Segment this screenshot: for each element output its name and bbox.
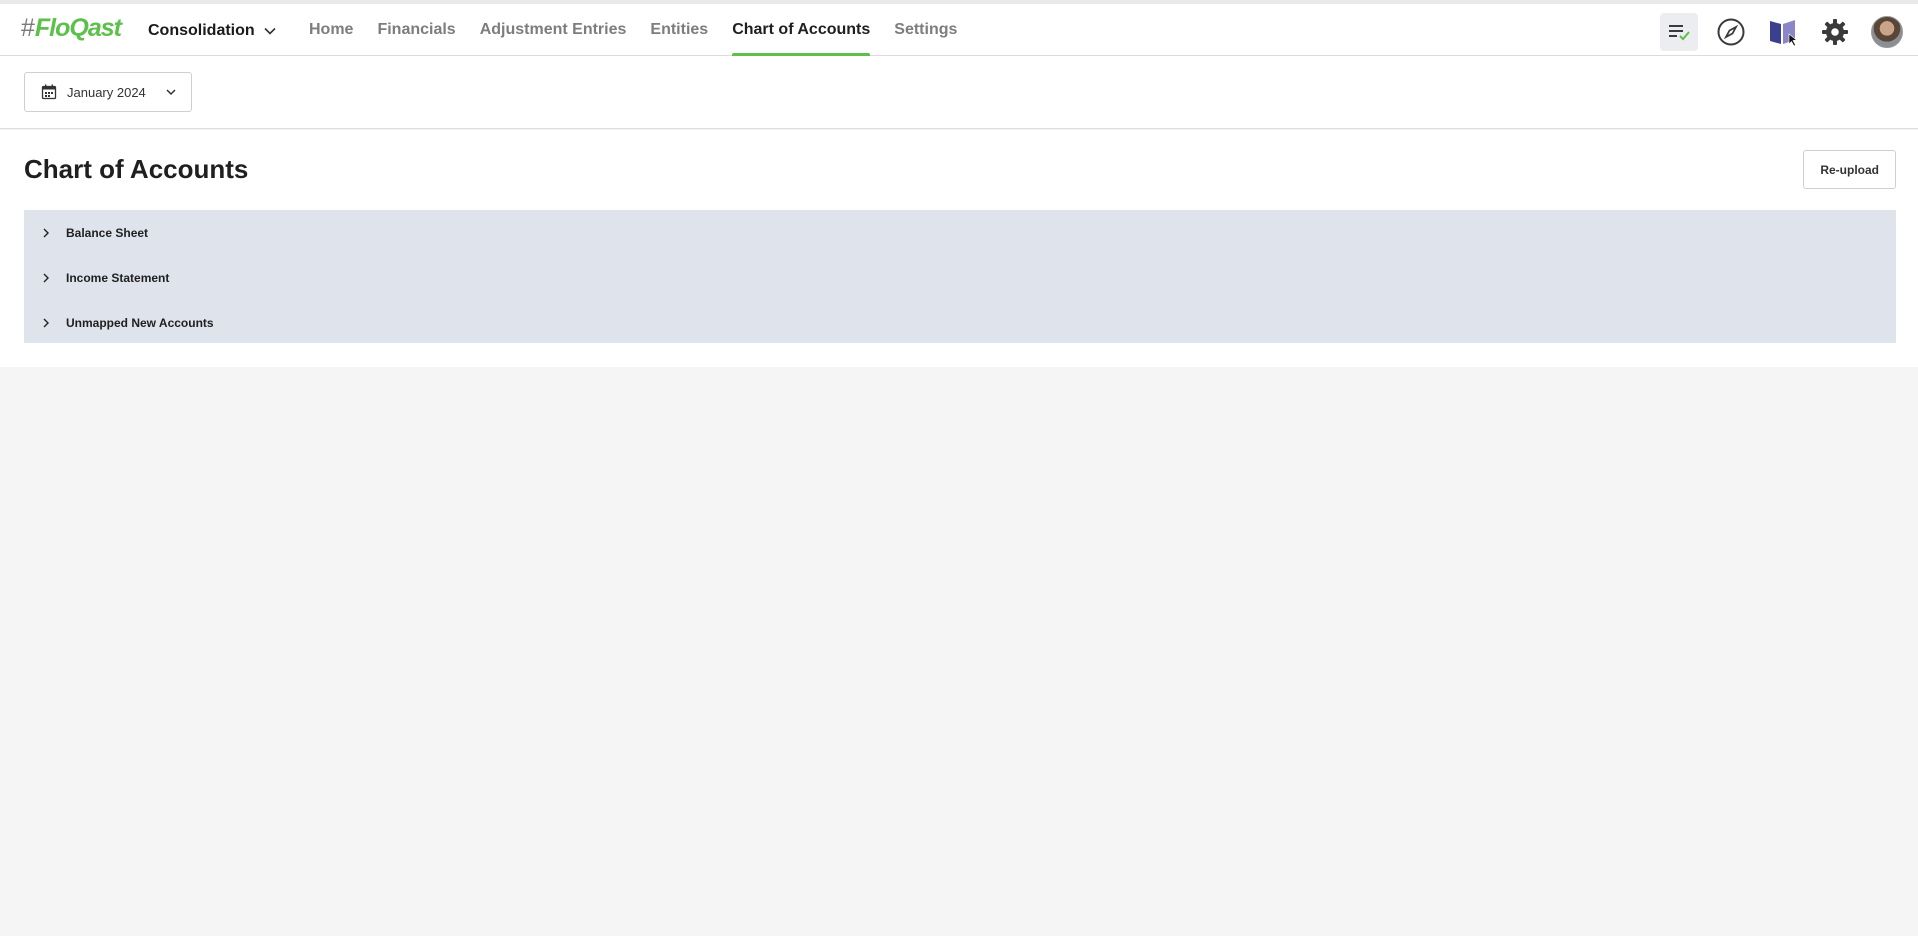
gear-icon (1822, 19, 1848, 45)
tree-row-label: Balance Sheet (66, 225, 149, 240)
nav-item-entities[interactable]: Entities (638, 4, 720, 56)
module-switcher[interactable]: Consolidation (148, 22, 277, 40)
chevron-right-icon (43, 318, 49, 327)
chevron-down-icon (166, 89, 176, 96)
nav-item-settings[interactable]: Settings (882, 4, 969, 56)
top-navigation-bar: #FloQast Consolidation Home Financials A… (0, 0, 1918, 57)
guide-button[interactable] (1764, 13, 1802, 51)
top-icon-group (1660, 13, 1906, 51)
tree-row-income-statement[interactable]: Income Statement (24, 255, 1896, 300)
tree-row-unmapped-new-accounts[interactable]: Unmapped New Accounts (24, 300, 1896, 345)
nav-item-adjustment-entries[interactable]: Adjustment Entries (468, 4, 639, 56)
filter-bar: January 2024 (0, 56, 1918, 129)
avatar (1871, 16, 1903, 48)
tree-row-label: Unmapped New Accounts (66, 315, 214, 330)
explore-button[interactable] (1712, 13, 1750, 51)
period-date-picker[interactable]: January 2024 (24, 72, 192, 112)
main-nav: Home Financials Adjustment Entries Entit… (297, 4, 969, 57)
compass-icon (1717, 18, 1745, 46)
chevron-down-icon (264, 27, 276, 35)
module-label: Consolidation (148, 22, 255, 39)
calendar-icon (41, 84, 57, 100)
nav-item-home[interactable]: Home (297, 4, 365, 56)
main-content: Chart of Accounts Re-upload Balance Shee… (0, 130, 1918, 367)
chevron-right-icon (43, 273, 49, 282)
settings-button[interactable] (1816, 13, 1854, 51)
guide-book-icon (1770, 20, 1798, 47)
page-title: Chart of Accounts (24, 154, 249, 184)
nav-item-financials[interactable]: Financials (365, 4, 467, 56)
tree-row-label: Income Statement (66, 270, 170, 285)
user-menu-button[interactable] (1868, 13, 1906, 51)
period-value: January 2024 (67, 84, 146, 100)
tree-row-balance-sheet[interactable]: Balance Sheet (24, 210, 1896, 255)
checklist-button[interactable] (1660, 13, 1698, 51)
chevron-right-icon (43, 228, 49, 237)
floqast-logo[interactable]: #FloQast (21, 14, 122, 43)
checklist-icon (1669, 25, 1690, 41)
reupload-button[interactable]: Re-upload (1803, 150, 1896, 189)
accounts-tree: Balance Sheet Income Statement Unmapped … (24, 210, 1896, 343)
nav-item-chart-of-accounts[interactable]: Chart of Accounts (720, 4, 882, 57)
